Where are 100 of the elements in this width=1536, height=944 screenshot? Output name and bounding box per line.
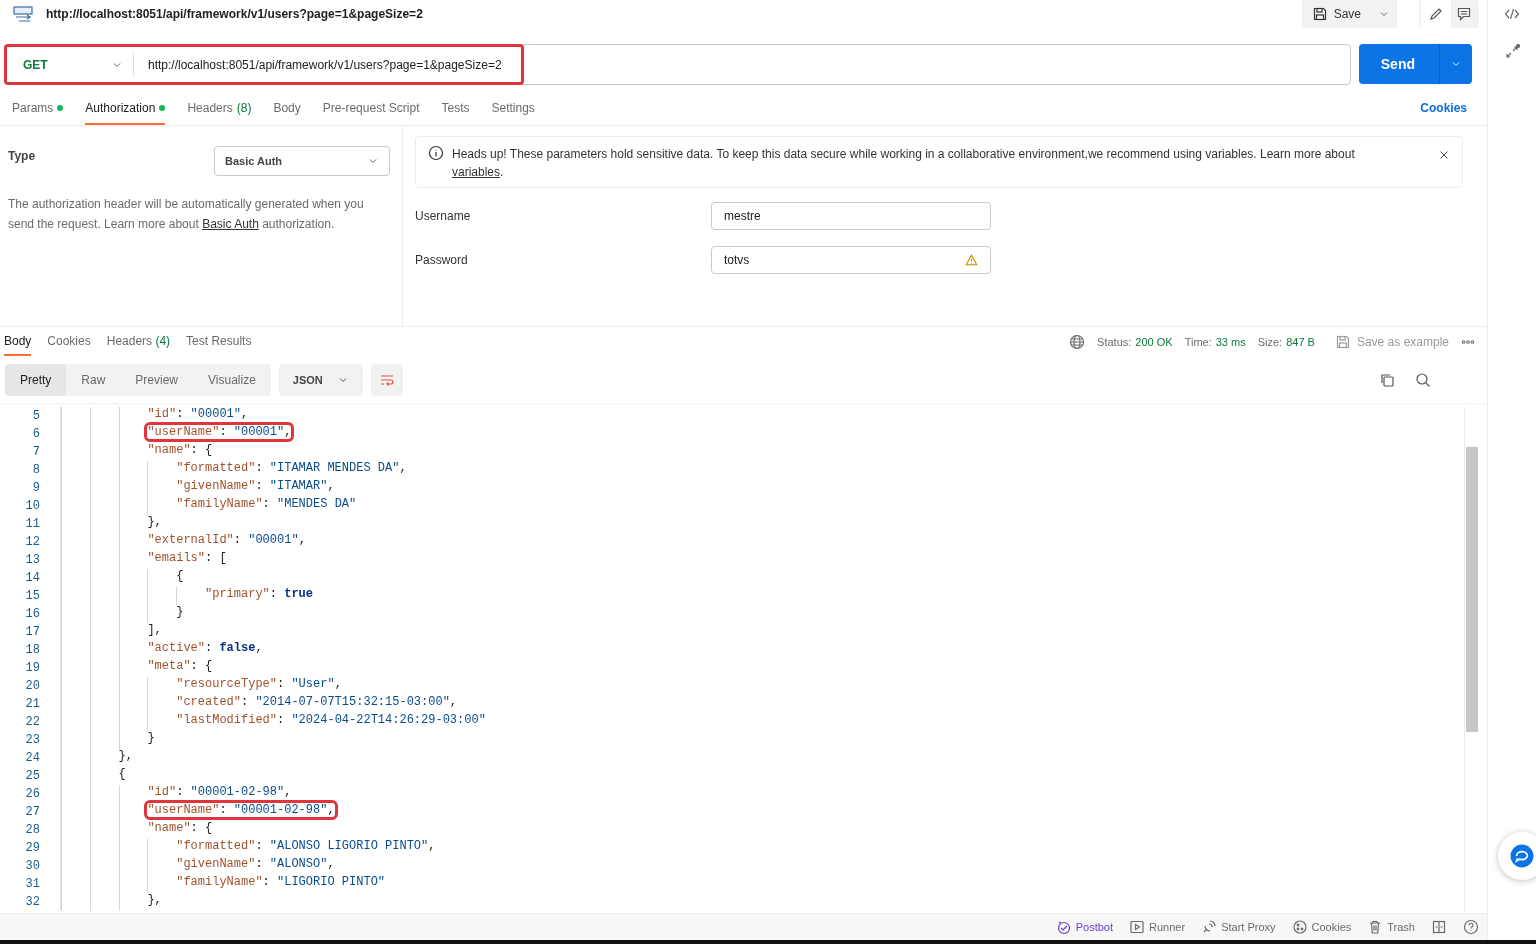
auth-type-dropdown[interactable]: Basic Auth xyxy=(214,146,390,176)
status-bar-button[interactable]: Runner xyxy=(1129,919,1186,935)
basic-auth-link[interactable]: Basic Auth xyxy=(202,217,259,231)
view-tab[interactable]: Raw xyxy=(66,364,121,396)
cookie-icon xyxy=(1291,919,1308,935)
input-field[interactable]: totvs xyxy=(711,246,991,274)
status-value: 200 OK xyxy=(1135,336,1173,348)
type-label: Type xyxy=(8,149,36,163)
line-number: 29 xyxy=(24,841,40,855)
code-line: "emails": [ xyxy=(147,551,227,565)
layout-icon xyxy=(1431,919,1447,935)
status-bar-button[interactable]: Trash xyxy=(1367,919,1415,935)
line-number: 31 xyxy=(24,877,40,891)
code-line: "familyName": "MENDES DA" xyxy=(176,497,357,511)
http-icon xyxy=(12,4,34,24)
code-line: "active": false, xyxy=(147,641,263,655)
line-number: 23 xyxy=(24,733,40,747)
line-number: 6 xyxy=(31,427,40,441)
satellite-dish-icon xyxy=(1201,919,1218,935)
wrap-lines-icon xyxy=(378,372,395,388)
save-as-example-button[interactable]: Save as example xyxy=(1334,334,1449,350)
request-tab[interactable]: Settings xyxy=(491,101,535,125)
globe-icon xyxy=(1069,334,1086,350)
code-line: } xyxy=(147,731,155,745)
response-tab[interactable]: Cookies xyxy=(47,328,91,356)
scrollbar-thumb[interactable] xyxy=(1466,447,1478,732)
comment-icon xyxy=(1456,6,1472,22)
line-number: 5 xyxy=(31,409,40,423)
code-line: "id": "00001-02-98", xyxy=(147,785,292,799)
request-tab[interactable]: Body xyxy=(273,101,301,125)
edit-button[interactable] xyxy=(1421,0,1451,28)
field-label: Password xyxy=(415,253,469,267)
code-line: "familyName": "LIGORIO PINTO" xyxy=(176,875,386,889)
response-tab[interactable]: Test Results xyxy=(186,328,252,356)
view-tab[interactable]: Preview xyxy=(120,364,194,396)
chat-assistant-button[interactable] xyxy=(1498,832,1536,880)
code-line: }, xyxy=(118,749,133,763)
line-number: 25 xyxy=(24,769,40,783)
code-line: } xyxy=(176,605,184,619)
response-tab[interactable]: Body xyxy=(4,328,32,356)
line-number: 18 xyxy=(24,643,40,657)
size-label: Size: xyxy=(1257,336,1283,348)
status-bar-button[interactable]: Start Proxy xyxy=(1201,919,1276,935)
view-tab[interactable]: Visualize xyxy=(193,364,271,396)
code-line: "lastModified": "2024-04-22T14:26:29-03:00" xyxy=(176,713,486,727)
code-line: { xyxy=(176,569,184,583)
request-tab[interactable]: Authorization xyxy=(85,101,166,125)
line-number: 19 xyxy=(24,661,40,675)
line-number: 27 xyxy=(24,805,40,819)
url-input[interactable]: http://localhost:8051/api/framework/v1/users?page=1&pageSize=2 xyxy=(134,57,502,72)
line-number: 15 xyxy=(24,589,40,603)
line-number: 17 xyxy=(24,625,40,639)
line-number: 16 xyxy=(24,607,40,621)
method-dropdown[interactable]: GET xyxy=(5,52,134,77)
info-icon xyxy=(428,145,444,161)
view-tab[interactable]: Pretty xyxy=(5,364,67,396)
line-number: 21 xyxy=(24,697,40,711)
request-tab[interactable]: Tests xyxy=(441,101,470,125)
status-bar-button[interactable]: Cookies xyxy=(1291,919,1352,935)
code-line: }, xyxy=(147,893,162,907)
search-icon xyxy=(1415,372,1431,388)
code-line: "externalId": "00001", xyxy=(147,533,306,547)
code-line: { xyxy=(118,767,126,781)
auth-description: The authorization header will be automatically generated when you send the request. Learn more about Basic Auth authorization. xyxy=(8,196,365,233)
code-line: "resourceType": "User", xyxy=(176,677,342,691)
line-number: 9 xyxy=(31,481,40,495)
request-tab[interactable]: Pre-request Script xyxy=(322,101,420,125)
request-title: http://localhost:8051/api/framework/v1/users?page=1&pageSize=2 xyxy=(46,7,424,21)
chat-bubble-icon xyxy=(1509,843,1535,869)
status-bar-button[interactable]: Postbot xyxy=(1055,919,1114,935)
code-line: "name": { xyxy=(147,443,213,457)
bot-icon xyxy=(1055,919,1072,935)
close-icon xyxy=(1438,149,1450,161)
line-number: 32 xyxy=(24,895,40,909)
line-number: 11 xyxy=(24,517,40,531)
help-icon xyxy=(1463,919,1479,935)
line-number: 7 xyxy=(31,445,40,459)
code-line: "id": "00001", xyxy=(147,407,249,421)
request-tab[interactable]: Headers (8) xyxy=(187,101,252,125)
highlighted-code-line: "userName": "00001-02-98", xyxy=(147,803,335,817)
field-label: Username xyxy=(415,209,472,223)
request-tab[interactable]: Params xyxy=(12,101,64,125)
input-field[interactable]: mestre xyxy=(711,202,991,230)
status-label: Status: xyxy=(1097,336,1132,348)
code-line: "givenName": "ITAMAR", xyxy=(176,479,335,493)
highlighted-code-line: "userName": "00001", xyxy=(147,425,292,439)
code-line: "meta": { xyxy=(147,659,213,673)
line-number: 8 xyxy=(31,463,40,477)
code-line: ], xyxy=(147,623,162,637)
line-number: 13 xyxy=(24,553,40,567)
code-line: "formatted": "ALONSO LIGORIO PINTO", xyxy=(176,839,436,853)
line-number: 14 xyxy=(24,571,40,585)
line-number: 22 xyxy=(24,715,40,729)
line-number: 26 xyxy=(24,787,40,801)
time-label: Time: xyxy=(1184,336,1212,348)
size-value: 847 B xyxy=(1286,336,1315,348)
url-bar[interactable]: GET http://localhost:8051/api/framework/v1/users?page=1&pageSize=2 xyxy=(4,44,1351,85)
response-tab[interactable]: Headers (4) xyxy=(106,328,171,356)
cookies-link[interactable]: Cookies xyxy=(1420,101,1467,125)
format-dropdown[interactable]: JSON xyxy=(278,364,363,396)
